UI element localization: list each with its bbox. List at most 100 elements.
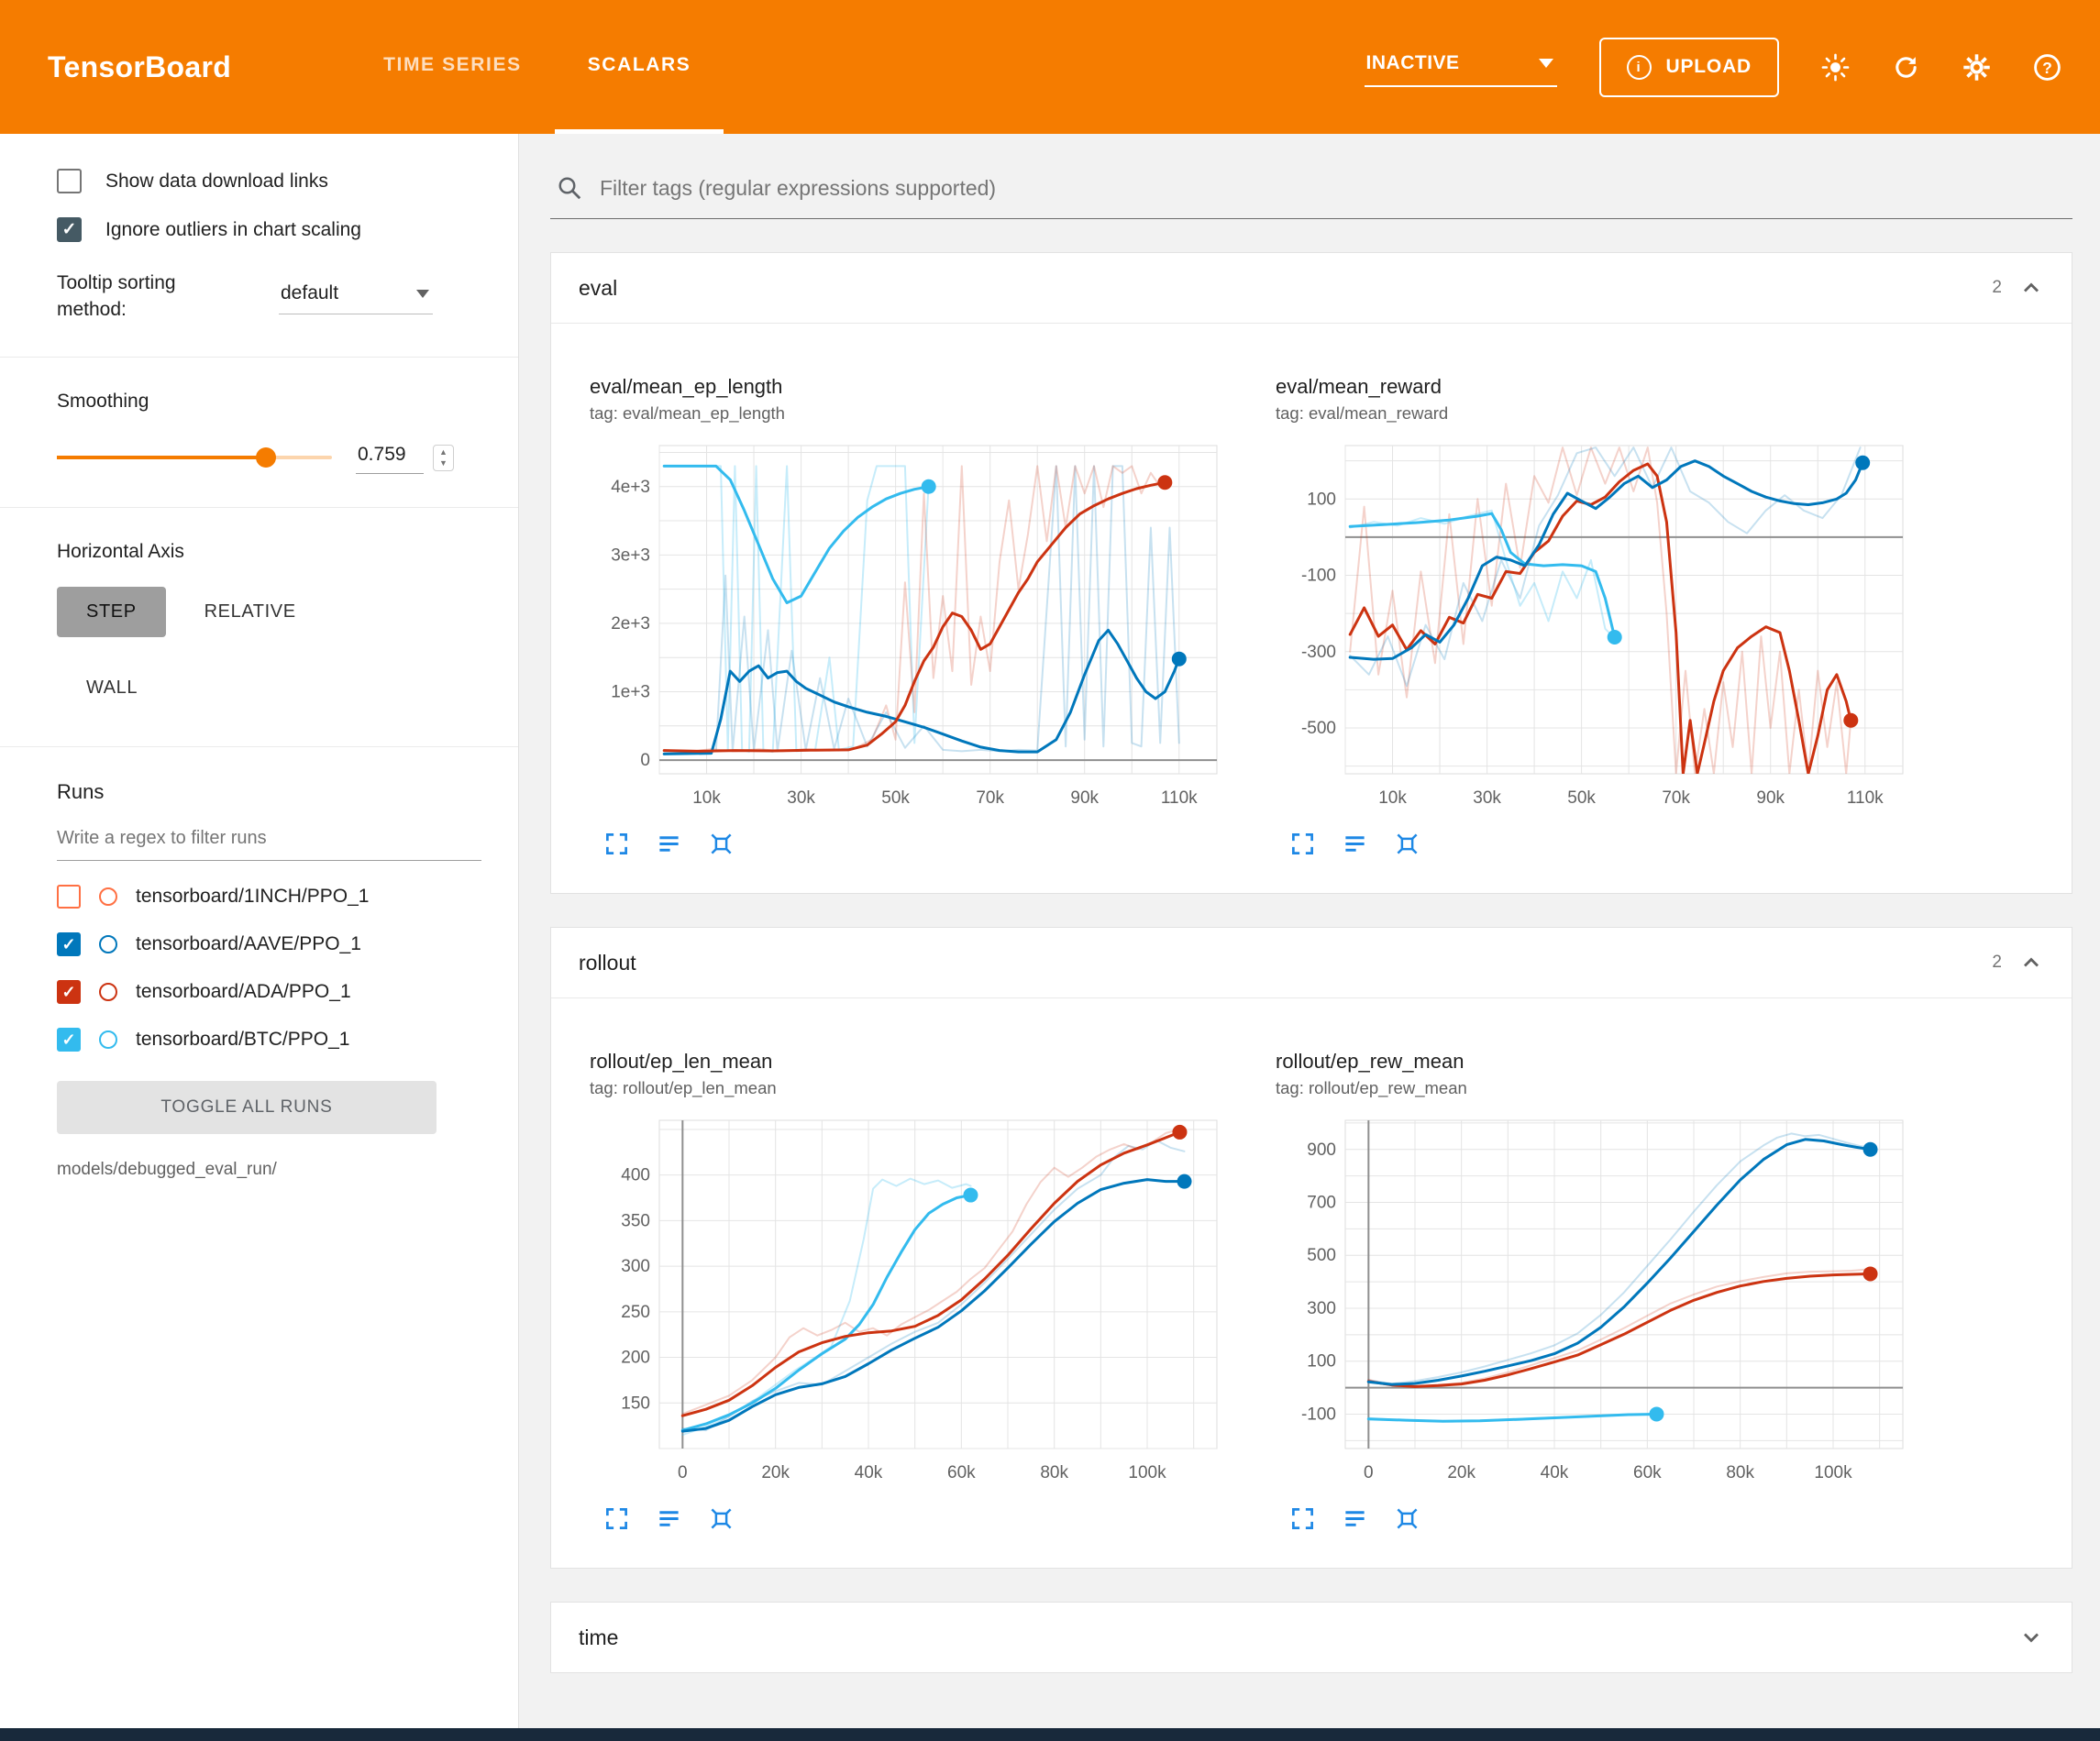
status-dropdown-value: INACTIVE	[1366, 52, 1460, 74]
toggle-y-axis-icon[interactable]	[657, 1506, 681, 1531]
svg-text:30k: 30k	[787, 788, 815, 808]
tooltip-sorting-row: Tooltip sorting method: default	[57, 270, 481, 324]
run-checkbox[interactable]: ✓	[57, 932, 81, 956]
checkbox-ignore-outliers[interactable]: ✓ Ignore outliers in chart scaling	[57, 217, 481, 242]
run-row[interactable]: ✓ tensorboard/ADA/PPO_1	[57, 980, 481, 1004]
section-rollout: rollout 2 rollout/ep_len_mean tag: rollo…	[550, 927, 2072, 1569]
tag-filter-bar[interactable]	[550, 167, 2072, 219]
checkbox-icon[interactable]: ✓	[57, 217, 82, 242]
svg-text:10k: 10k	[692, 788, 721, 808]
run-checkbox[interactable]: ✓	[57, 1028, 81, 1052]
fit-domain-icon[interactable]	[709, 1506, 734, 1531]
section-title: eval	[579, 276, 617, 301]
section-title: rollout	[579, 951, 636, 975]
svg-text:900: 900	[1307, 1140, 1336, 1160]
slider-track[interactable]	[57, 456, 332, 459]
smoothing-slider[interactable]	[57, 444, 332, 471]
section-header-time[interactable]: time	[551, 1603, 2072, 1672]
axis-button-step[interactable]: STEP	[57, 587, 166, 637]
slider-thumb[interactable]	[256, 447, 276, 468]
settings-gear-icon[interactable]	[1962, 53, 1991, 82]
axis-button-wall[interactable]: WALL	[57, 663, 167, 713]
expand-chart-icon[interactable]	[604, 1506, 629, 1531]
smoothing-value[interactable]: 0.759	[356, 442, 424, 474]
svg-text:50k: 50k	[881, 788, 910, 808]
line-chart[interactable]: 020k40k60k80k100k-100100300500700900	[1276, 1109, 1923, 1499]
svg-text:40k: 40k	[1541, 1463, 1569, 1482]
search-icon	[556, 174, 583, 202]
fit-domain-icon[interactable]	[709, 832, 734, 856]
tab-bar: TIME SERIES SCALARS	[350, 0, 724, 134]
collapse-chevron-up-icon[interactable]	[2018, 275, 2044, 301]
smoothing-value-input[interactable]: 0.759 ▲ ▼	[356, 442, 454, 474]
svg-text:110k: 110k	[1161, 788, 1198, 808]
refresh-icon[interactable]	[1892, 53, 1920, 82]
check-icon: ✓	[62, 221, 77, 238]
svg-text:20k: 20k	[1447, 1463, 1476, 1482]
expand-chart-icon[interactable]	[1290, 1506, 1315, 1531]
status-dropdown[interactable]: INACTIVE	[1365, 47, 1557, 87]
tab-scalars[interactable]: SCALARS	[555, 0, 724, 134]
chart-eval-mean-ep-length: eval/mean_ep_length tag: eval/mean_ep_le…	[590, 375, 1237, 856]
tag-filter-input[interactable]	[600, 176, 2067, 201]
axis-button-relative[interactable]: RELATIVE	[175, 587, 326, 637]
svg-text:500: 500	[1307, 1246, 1336, 1265]
run-row[interactable]: ✓ tensorboard/BTC/PPO_1	[57, 1028, 481, 1052]
spinner-up-icon[interactable]: ▲	[439, 448, 448, 457]
line-chart[interactable]: 10k30k50k70k90k110k100-100-300-500	[1276, 435, 1923, 824]
runs-filter-input[interactable]	[57, 822, 481, 861]
toggle-y-axis-icon[interactable]	[1343, 832, 1367, 856]
checkbox-label: Ignore outliers in chart scaling	[105, 219, 361, 241]
section-header-rollout[interactable]: rollout 2	[551, 928, 2072, 997]
check-icon: ✓	[61, 984, 75, 1000]
upload-label: UPLOAD	[1666, 56, 1752, 78]
chart-tag: tag: eval/mean_ep_length	[590, 403, 1237, 424]
toggle-all-runs-button[interactable]: TOGGLE ALL RUNS	[57, 1081, 437, 1134]
spinner-down-icon[interactable]: ▼	[439, 459, 448, 468]
toggle-y-axis-icon[interactable]	[1343, 1506, 1367, 1531]
run-checkbox[interactable]: ✓	[57, 885, 81, 909]
svg-text:30k: 30k	[1473, 788, 1501, 808]
help-icon[interactable]: ?	[2033, 53, 2061, 82]
fit-domain-icon[interactable]	[1395, 832, 1420, 856]
app-title: TensorBoard	[0, 0, 231, 134]
section-count: 2	[1992, 278, 2002, 298]
brightness-icon[interactable]	[1821, 53, 1850, 82]
number-spinner[interactable]: ▲ ▼	[433, 445, 454, 471]
expand-chevron-down-icon[interactable]	[2018, 1625, 2044, 1650]
expand-chart-icon[interactable]	[604, 832, 629, 856]
svg-text:150: 150	[621, 1394, 650, 1413]
section-header-eval[interactable]: eval 2	[551, 253, 2072, 323]
svg-text:90k: 90k	[1070, 788, 1099, 808]
run-row[interactable]: ✓ tensorboard/AAVE/PPO_1	[57, 932, 481, 956]
svg-text:80k: 80k	[1726, 1463, 1754, 1482]
svg-text:0: 0	[640, 751, 650, 770]
tooltip-sorting-select[interactable]: default	[279, 277, 433, 314]
upload-button[interactable]: i UPLOAD	[1599, 38, 1779, 97]
run-color-icon	[99, 1030, 117, 1049]
run-label: tensorboard/BTC/PPO_1	[136, 1029, 349, 1051]
toggle-y-axis-icon[interactable]	[657, 832, 681, 856]
svg-text:350: 350	[621, 1211, 650, 1230]
chart-tag: tag: rollout/ep_len_mean	[590, 1078, 1237, 1098]
svg-text:2e+3: 2e+3	[611, 614, 650, 634]
svg-text:300: 300	[621, 1257, 650, 1276]
expand-chart-icon[interactable]	[1290, 832, 1315, 856]
tab-time-series[interactable]: TIME SERIES	[350, 0, 555, 134]
fit-domain-icon[interactable]	[1395, 1506, 1420, 1531]
run-color-icon	[99, 887, 117, 906]
check-icon: ✓	[61, 1031, 75, 1048]
run-row[interactable]: ✓ tensorboard/1INCH/PPO_1	[57, 885, 481, 909]
run-checkbox[interactable]: ✓	[57, 980, 81, 1004]
line-chart[interactable]: 020k40k60k80k100k150200250300350400	[590, 1109, 1237, 1499]
divider	[0, 507, 518, 508]
line-chart[interactable]: 10k30k50k70k90k110k01e+32e+33e+34e+3	[590, 435, 1237, 824]
bottom-scroll-strip	[0, 1728, 2100, 1741]
collapse-chevron-up-icon[interactable]	[2018, 950, 2044, 975]
svg-text:0: 0	[678, 1463, 688, 1482]
runs-title: Runs	[57, 780, 481, 804]
checkbox-show-download-links[interactable]: ✓ Show data download links	[57, 169, 481, 193]
svg-text:60k: 60k	[947, 1463, 976, 1482]
checkbox-icon[interactable]: ✓	[57, 169, 82, 193]
svg-text:1e+3: 1e+3	[611, 683, 650, 702]
